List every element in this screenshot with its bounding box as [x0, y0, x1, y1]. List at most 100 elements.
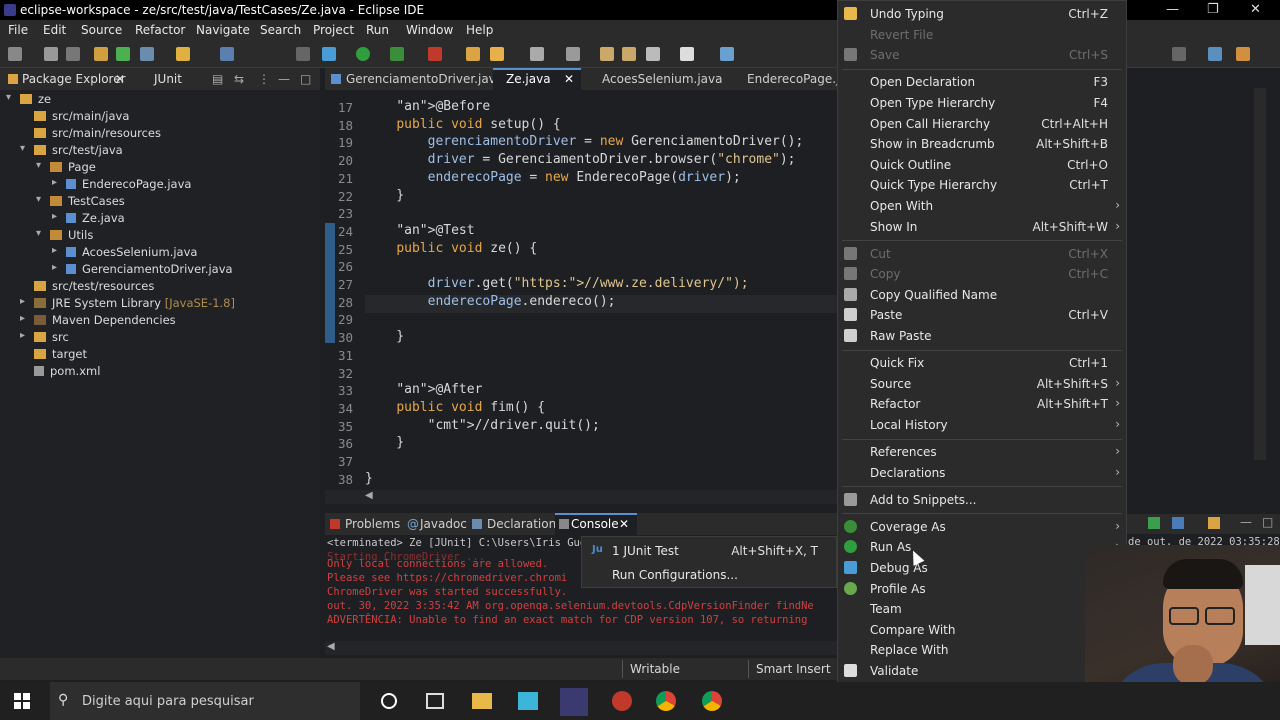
close-tab-icon[interactable]: ✕ — [564, 72, 574, 86]
chevron-right-icon[interactable]: ▸ — [52, 211, 57, 222]
chevron-right-icon[interactable]: ▸ — [20, 330, 25, 341]
code-line[interactable]: "an">@Before — [365, 99, 490, 114]
tree-item-jre-system-library[interactable]: ▸ JRE System Library [JavaSE-1.8] — [20, 296, 235, 310]
editor-vertical-scrollbar[interactable] — [1254, 88, 1266, 460]
tab-problems[interactable]: Problems — [345, 517, 400, 531]
tree-item-gerenciamento-driver[interactable]: ▸ GerenciamentoDriver.java — [52, 262, 233, 276]
taskbar-search[interactable]: ⚲ Digite aqui para pesquisar — [50, 682, 360, 720]
view-menu-icon[interactable]: ⋮ — [258, 72, 270, 86]
debug-icon[interactable] — [322, 47, 336, 61]
link-editor-icon[interactable]: ⇆ — [234, 72, 244, 86]
menu-source[interactable]: Source — [81, 23, 122, 37]
menu-item-validate[interactable]: Validate — [844, 661, 1118, 681]
new-java-project-icon[interactable] — [466, 47, 480, 61]
tree-item-ze-java[interactable]: ▸ Ze.java — [52, 211, 125, 225]
horizontal-scrollbar[interactable]: ◀ — [325, 490, 840, 504]
menu-item-quick-type-hierarchy[interactable]: Quick Type Hierarchy Ctrl+T — [870, 175, 1118, 195]
tree-item-src-main-java[interactable]: src/main/java — [34, 109, 129, 123]
menu-search[interactable]: Search — [260, 23, 301, 37]
app-icon-red[interactable] — [612, 691, 632, 711]
menu-item-coverage-as[interactable]: Coverage As › — [844, 517, 1120, 537]
menu-item-quick-fix[interactable]: Quick Fix Ctrl+1 — [870, 353, 1118, 373]
tree-item-utils[interactable]: ▾ Utils — [36, 228, 93, 242]
back-icon[interactable] — [600, 47, 614, 61]
menu-item-undo-typing[interactable]: Undo Typing Ctrl+Z — [844, 4, 1118, 24]
code-line[interactable]: } — [365, 329, 404, 344]
chevron-right-icon[interactable]: ▸ — [20, 313, 25, 324]
code-line[interactable]: } — [365, 471, 373, 486]
search-tool-icon[interactable] — [530, 47, 544, 61]
chevron-down-icon[interactable]: ▾ — [36, 194, 41, 205]
open-console-icon[interactable] — [1208, 517, 1220, 529]
menu-item-references[interactable]: References › — [870, 442, 1120, 462]
menu-run[interactable]: Run — [366, 23, 389, 37]
maximize-view-icon[interactable]: □ — [1262, 515, 1273, 529]
chevron-down-icon[interactable]: ▾ — [6, 92, 11, 103]
console-scrollbar[interactable]: ◀ — [325, 641, 840, 655]
tree-item-src-main-resources[interactable]: src/main/resources — [34, 126, 161, 140]
maximize-view-icon[interactable]: □ — [300, 72, 311, 86]
coverage-icon[interactable] — [390, 47, 404, 61]
chevron-right-icon[interactable]: ▸ — [52, 245, 57, 256]
scroll-left-icon[interactable]: ◀ — [365, 490, 373, 501]
menu-item-add-to-snippets[interactable]: Add to Snippets... — [844, 490, 1118, 510]
menu-item-copy-qualified-name[interactable]: Copy Qualified Name — [844, 285, 1118, 305]
code-line[interactable]: "cmt">//driver.quit(); — [365, 418, 600, 433]
menu-item-quick-outline[interactable]: Quick Outline Ctrl+O — [870, 155, 1118, 175]
tree-item-src[interactable]: ▸ src — [20, 330, 69, 344]
tree-item-pom[interactable]: pom.xml — [34, 364, 100, 378]
menu-window[interactable]: Window — [406, 23, 453, 37]
menu-help[interactable]: Help — [466, 23, 493, 37]
new-icon[interactable] — [8, 47, 22, 61]
tree-item-acoes-selenium[interactable]: ▸ AcoesSelenium.java — [52, 245, 197, 259]
menu-item-declarations[interactable]: Declarations › — [870, 463, 1120, 483]
submenu-item-junit-test[interactable]: Ju 1 JUnit Test Alt+Shift+X, T — [586, 541, 834, 561]
cortana-icon[interactable] — [381, 693, 397, 709]
menu-item-open-call-hierarchy[interactable]: Open Call Hierarchy Ctrl+Alt+H — [870, 114, 1118, 134]
code-line[interactable]: "an">@Test — [365, 223, 474, 238]
code-line[interactable]: driver = GerenciamentoDriver.browser("ch… — [365, 152, 796, 167]
menu-item-show-in[interactable]: Show In Alt+Shift+W › — [870, 217, 1120, 237]
code-line[interactable]: } — [365, 435, 404, 450]
tree-item-target[interactable]: target — [34, 347, 87, 361]
close-tab-icon[interactable]: ✕ — [619, 517, 629, 531]
tree-item-src-test-resources[interactable]: src/test/resources — [34, 279, 154, 293]
code-line[interactable]: public void fim() { — [365, 400, 545, 415]
code-line[interactable]: public void setup() { — [365, 117, 560, 132]
tree-item-testcases[interactable]: ▾ TestCases — [36, 194, 125, 208]
console-pin-icon[interactable] — [1148, 517, 1160, 529]
minimize-view-icon[interactable]: — — [1240, 515, 1252, 529]
menu-item-source[interactable]: Source Alt+Shift+S › — [870, 374, 1120, 394]
scroll-left-icon[interactable]: ◀ — [327, 641, 335, 652]
eclipse-taskbar-icon[interactable] — [560, 688, 588, 716]
save-all-icon[interactable] — [66, 47, 80, 61]
menu-edit[interactable]: Edit — [43, 23, 66, 37]
tab-acoes-selenium[interactable]: AcoesSelenium.java — [602, 72, 722, 86]
windows-start-icon[interactable] — [14, 693, 30, 709]
perspective-icon[interactable] — [1208, 47, 1222, 61]
menu-item-show-in-breadcrumb[interactable]: Show in Breadcrumb Alt+Shift+B — [870, 134, 1118, 154]
app-icon[interactable] — [518, 692, 538, 710]
nav-back-icon[interactable] — [646, 47, 660, 61]
chevron-right-icon[interactable]: ▸ — [20, 296, 25, 307]
tab-gerenciamento-driver[interactable]: GerenciamentoDriver.java — [346, 72, 503, 86]
tree-item-endereco-page[interactable]: ▸ EnderecoPage.java — [52, 177, 191, 191]
tree-item-maven-dependencies[interactable]: ▸ Maven Dependencies — [20, 313, 176, 327]
tab-console[interactable]: Console — [571, 517, 619, 531]
code-editor[interactable]: GerenciamentoDriver.java Ze.java ✕ Acoes… — [325, 68, 861, 508]
menu-item-debug-as[interactable]: Debug As› — [844, 558, 1120, 578]
menu-project[interactable]: Project — [313, 23, 354, 37]
menu-item-local-history[interactable]: Local History › — [870, 415, 1120, 435]
new-package-icon[interactable] — [490, 47, 504, 61]
java-perspective-icon[interactable] — [1236, 47, 1250, 61]
console-display-icon[interactable] — [1172, 517, 1184, 529]
chevron-right-icon[interactable]: ▸ — [52, 177, 57, 188]
submenu-item-run-configurations[interactable]: Run Configurations... — [586, 565, 834, 585]
chevron-down-icon[interactable]: ▾ — [20, 143, 25, 154]
chrome-icon-2[interactable] — [702, 691, 722, 711]
menu-item-team[interactable]: Team› — [870, 599, 1120, 619]
menu-file[interactable]: File — [8, 23, 28, 37]
save-icon[interactable] — [44, 47, 58, 61]
tab-declaration[interactable]: Declaration — [487, 517, 556, 531]
chrome-icon[interactable] — [656, 691, 676, 711]
